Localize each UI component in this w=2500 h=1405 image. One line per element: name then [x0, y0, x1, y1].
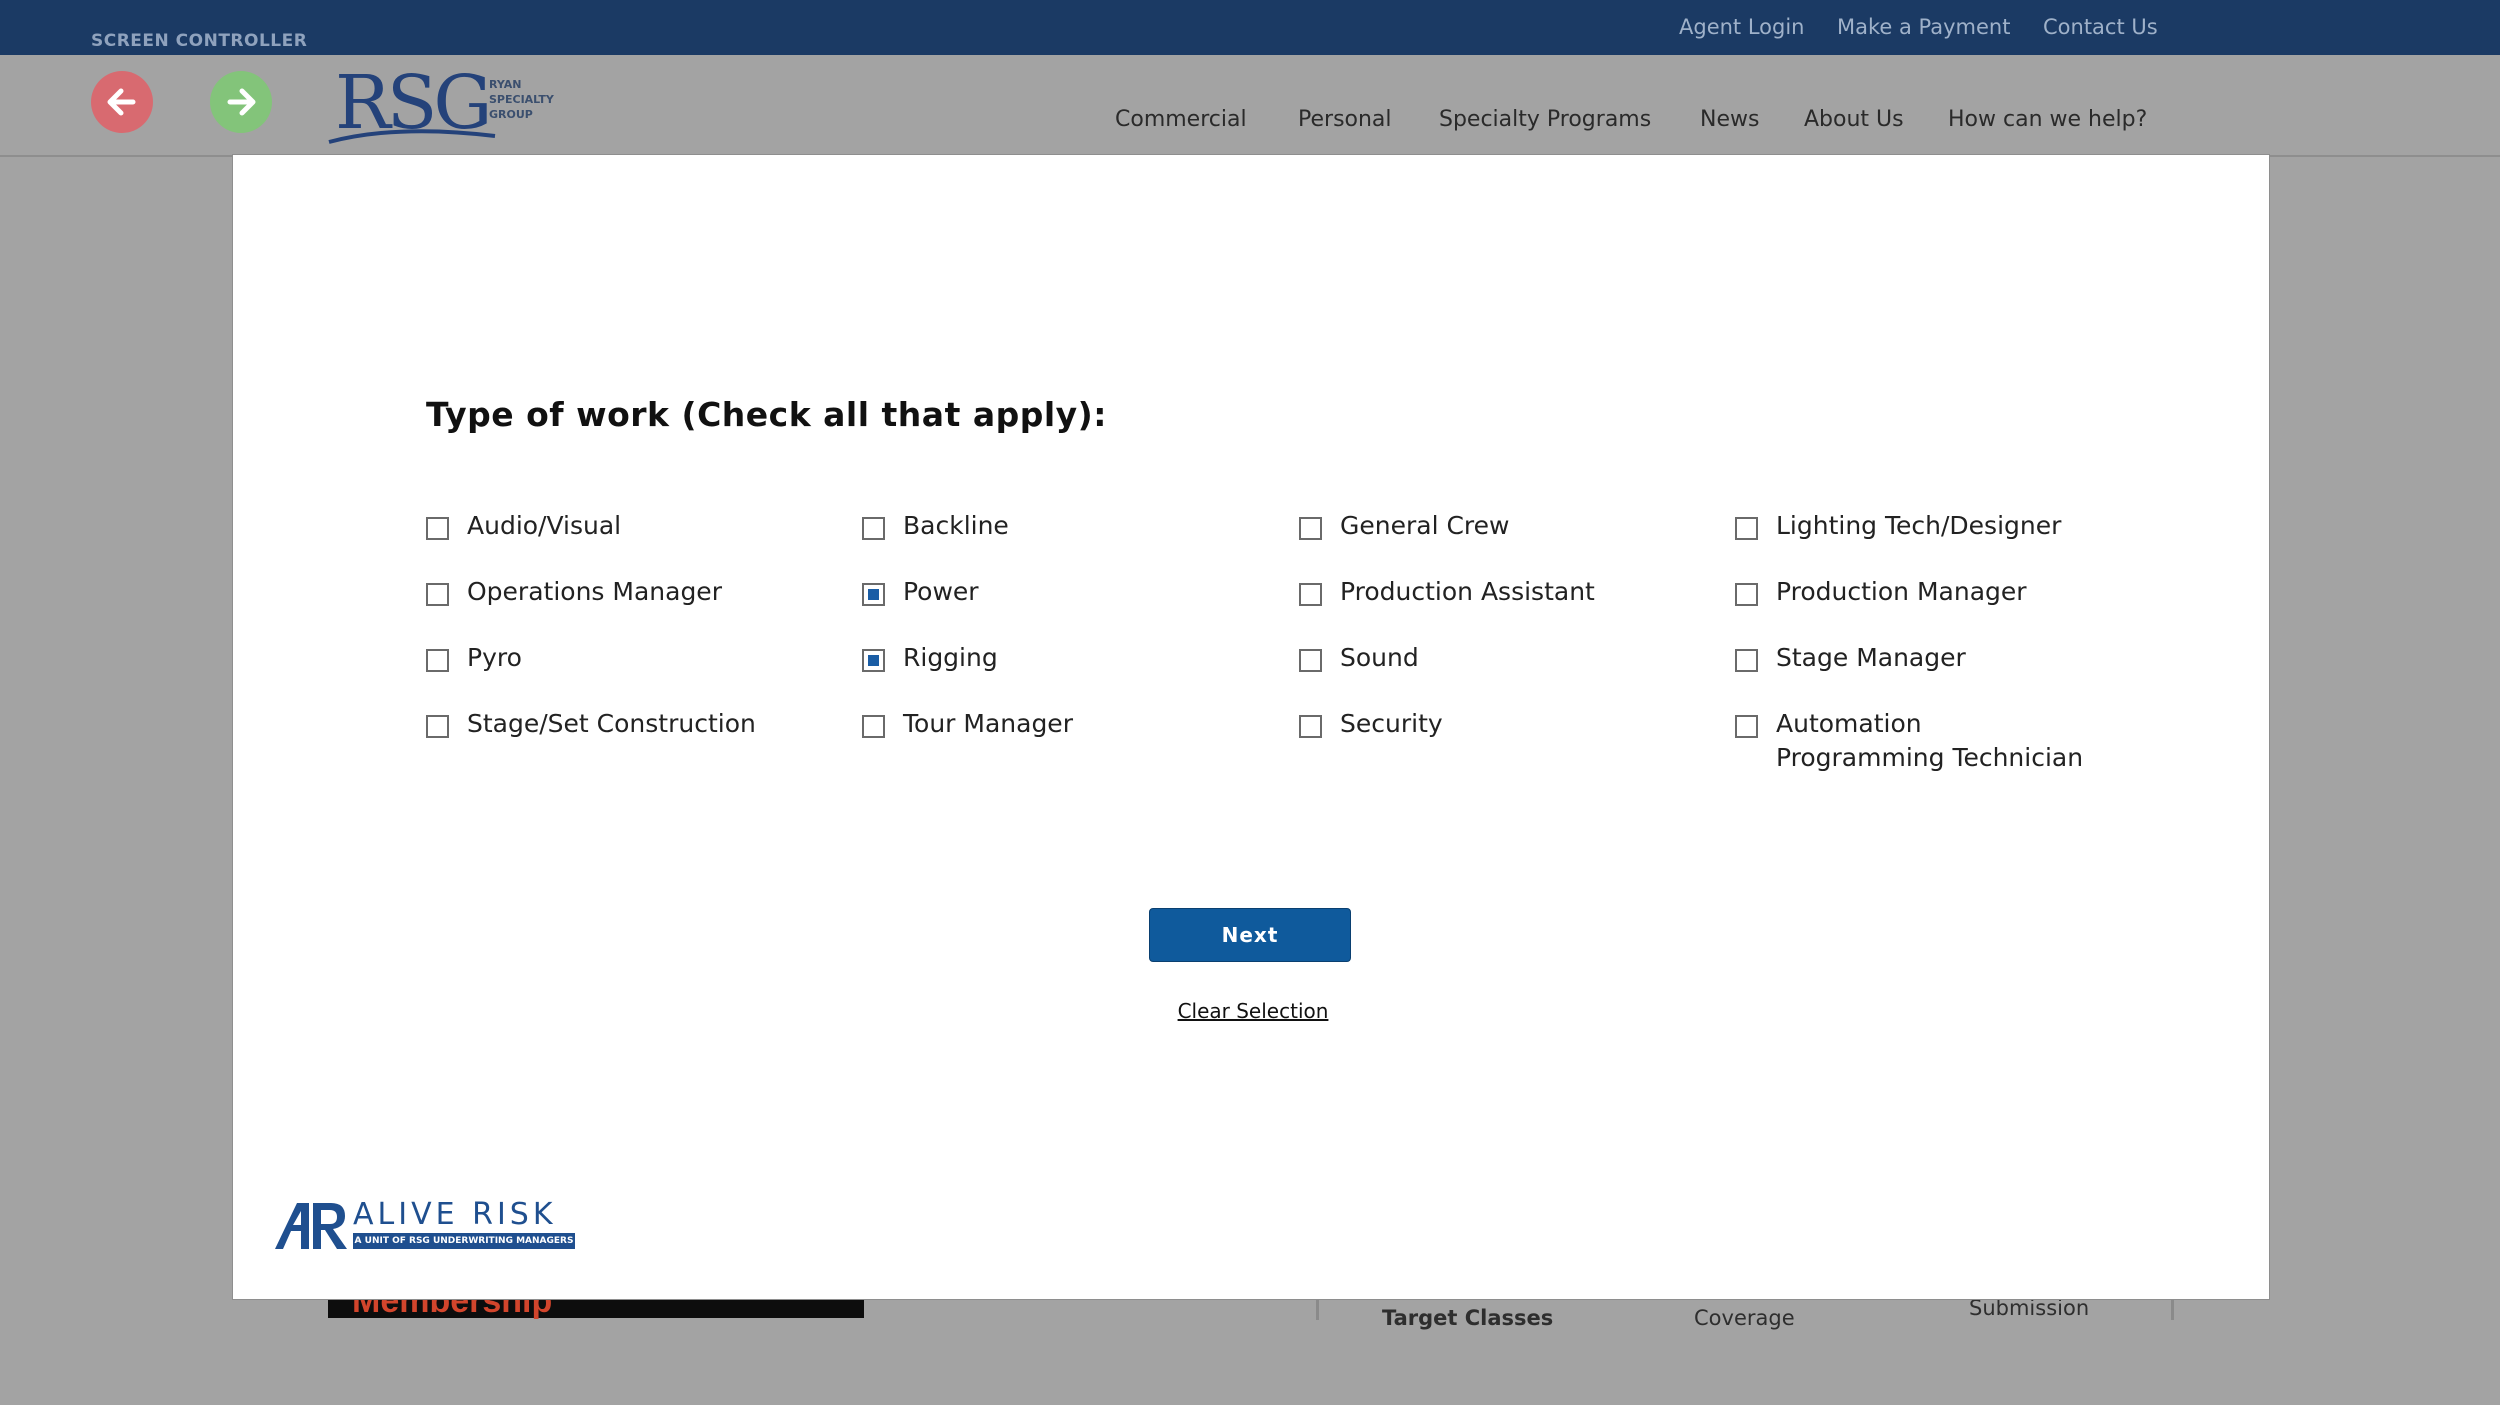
- nav-specialty-programs[interactable]: Specialty Programs: [1439, 107, 1651, 132]
- contact-us-link[interactable]: Contact Us: [2043, 15, 2158, 39]
- option-label: Lighting Tech/Designer: [1776, 511, 2062, 540]
- target-classes-heading: Target Classes: [1382, 1306, 1554, 1330]
- checkbox[interactable]: [1735, 649, 1758, 672]
- option-lighting-tech-designer[interactable]: Lighting Tech/Designer: [1735, 509, 2135, 543]
- arrow-left-icon: [107, 88, 136, 116]
- logo-subtitle: RYAN SPECIALTY GROUP: [489, 78, 554, 121]
- option-label: Production Manager: [1776, 577, 2027, 606]
- option-tour-manager[interactable]: Tour Manager: [862, 707, 1262, 741]
- option-label: General Crew: [1340, 511, 1510, 540]
- option-general-crew[interactable]: General Crew: [1299, 509, 1699, 543]
- checkbox-checked[interactable]: [862, 649, 885, 672]
- alive-risk-ar-icon: [275, 1203, 347, 1249]
- option-label: Audio/Visual: [467, 511, 622, 540]
- nav-commercial[interactable]: Commercial: [1115, 107, 1247, 132]
- option-label: Pyro: [467, 643, 522, 672]
- nav-news[interactable]: News: [1700, 107, 1759, 132]
- question-title: Type of work (Check all that apply):: [426, 395, 1107, 434]
- checkbox[interactable]: [426, 649, 449, 672]
- option-backline[interactable]: Backline: [862, 509, 1262, 543]
- checkbox[interactable]: [1299, 583, 1322, 606]
- arrow-right-icon: [227, 88, 256, 116]
- option-production-manager[interactable]: Production Manager: [1735, 575, 2135, 609]
- checkbox[interactable]: [862, 715, 885, 738]
- option-label: Production Assistant: [1340, 577, 1595, 606]
- option-automation-programming-technician[interactable]: Automation Programming Technician: [1735, 707, 2095, 775]
- screen-controller-label: SCREEN CONTROLLER: [91, 31, 308, 51]
- checkbox[interactable]: [1299, 715, 1322, 738]
- checkbox[interactable]: [1735, 517, 1758, 540]
- alive-risk-wordmark: ALIVE RISK: [353, 1197, 557, 1232]
- forward-button[interactable]: [210, 71, 272, 133]
- divider: [2171, 1298, 2174, 1320]
- coverage-heading: Coverage: [1694, 1306, 1795, 1330]
- checkbox-checked[interactable]: [862, 583, 885, 606]
- option-label: Tour Manager: [903, 709, 1073, 738]
- option-pyro[interactable]: Pyro: [426, 641, 826, 675]
- option-power[interactable]: Power: [862, 575, 1262, 609]
- logo-swoosh-icon: [328, 129, 496, 144]
- type-of-work-modal: Type of work (Check all that apply): Aud…: [232, 154, 2270, 1300]
- option-label: Rigging: [903, 643, 998, 672]
- option-production-assistant[interactable]: Production Assistant: [1299, 575, 1699, 609]
- option-rigging[interactable]: Rigging: [862, 641, 1262, 675]
- nav-about-us[interactable]: About Us: [1804, 107, 1904, 132]
- agent-login-link[interactable]: Agent Login: [1679, 15, 1805, 39]
- option-label: Backline: [903, 511, 1009, 540]
- nav-personal[interactable]: Personal: [1298, 107, 1392, 132]
- back-button[interactable]: [91, 71, 153, 133]
- option-label: Sound: [1340, 643, 1419, 672]
- clear-selection-link[interactable]: Clear Selection: [1173, 999, 1333, 1023]
- option-label: Automation Programming Technician: [1776, 709, 2084, 772]
- alive-risk-logo: ALIVE RISK A UNIT OF RSG UNDERWRITING MA…: [273, 1197, 593, 1253]
- option-stage-set-construction[interactable]: Stage/Set Construction: [426, 707, 826, 741]
- option-label: Security: [1340, 709, 1443, 738]
- option-operations-manager[interactable]: Operations Manager: [426, 575, 826, 609]
- alive-risk-tagline: A UNIT OF RSG UNDERWRITING MANAGERS: [353, 1233, 575, 1249]
- option-label: Stage/Set Construction: [467, 709, 756, 738]
- option-security[interactable]: Security: [1299, 707, 1699, 741]
- utility-bar: SCREEN CONTROLLER Agent Login Make a Pay…: [0, 0, 2500, 55]
- divider: [1316, 1298, 1319, 1320]
- option-label: Stage Manager: [1776, 643, 1966, 672]
- option-stage-manager[interactable]: Stage Manager: [1735, 641, 2135, 675]
- make-payment-link[interactable]: Make a Payment: [1837, 15, 2010, 39]
- checkbox[interactable]: [426, 715, 449, 738]
- option-audio-visual[interactable]: Audio/Visual: [426, 509, 826, 543]
- checkbox[interactable]: [862, 517, 885, 540]
- nav-help[interactable]: How can we help?: [1948, 107, 2147, 132]
- checkbox[interactable]: [1299, 517, 1322, 540]
- checkbox[interactable]: [1735, 583, 1758, 606]
- option-label: Operations Manager: [467, 577, 722, 606]
- rsg-logo[interactable]: RSG RYAN SPECIALTY GROUP: [327, 62, 557, 144]
- checkbox[interactable]: [426, 517, 449, 540]
- next-button[interactable]: Next: [1149, 908, 1351, 962]
- checkbox[interactable]: [426, 583, 449, 606]
- option-label: Power: [903, 577, 979, 606]
- checkbox[interactable]: [1735, 715, 1758, 738]
- option-sound[interactable]: Sound: [1299, 641, 1699, 675]
- checkbox[interactable]: [1299, 649, 1322, 672]
